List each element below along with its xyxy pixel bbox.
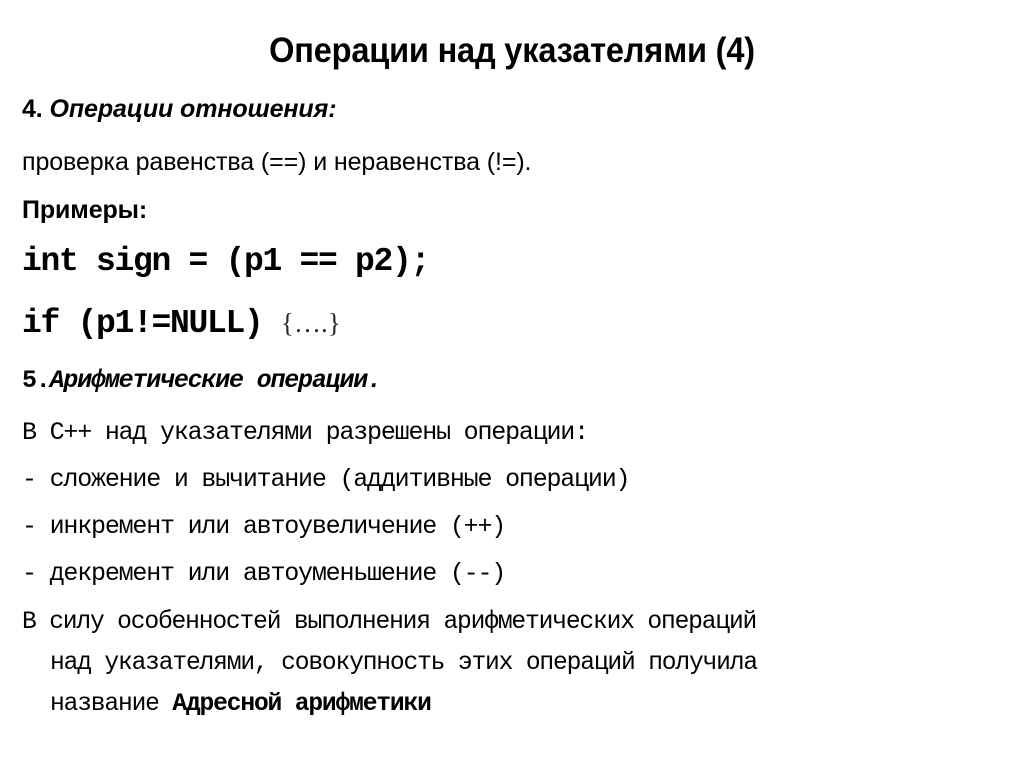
code-line-2-trailing: {….} [281, 308, 341, 338]
closing-paragraph-line-1: В силу особенностей выполнения арифметич… [22, 607, 757, 636]
section-5-heading-text: Арифметические операции. [49, 366, 382, 395]
section-5-heading: 5.Арифметические операции. [22, 366, 382, 395]
bullet-item-decrement: - декремент или автоуменьшение (--) [22, 559, 506, 588]
code-line-2-text: if (p1!=NULL) [22, 305, 282, 342]
closing-paragraph-line-3: название Адресной арифметики [50, 689, 432, 718]
bullet-item-increment: - инкремент или автоувеличение (++) [22, 512, 506, 541]
slide-body: 4. Операции отношения: проверка равенств… [0, 0, 1024, 767]
closing-paragraph-line-3-prefix: название [50, 689, 173, 718]
section-4-heading: 4. Операции отношения: [22, 95, 337, 123]
slide: Операции над указателями (4) 4. Операции… [0, 0, 1024, 767]
bullet-item-addition: - сложение и вычитание (аддитивные опера… [22, 465, 631, 494]
section-5-intro: В C++ над указателями разрешены операции… [22, 418, 589, 447]
section-5-number: 5. [22, 366, 51, 395]
examples-label: Примеры: [22, 196, 148, 224]
section-4-heading-text: Операции отношения: [49, 95, 337, 123]
closing-paragraph-line-2: над указателями, совокупность этих опера… [50, 648, 758, 677]
section-4-number: 4. [22, 95, 50, 123]
code-line-1-text: int sign = (p1 == p2); [22, 243, 430, 280]
code-line-1: int sign = (p1 == p2); [22, 243, 430, 280]
address-arithmetic-term: Адресной арифметики [172, 689, 431, 718]
code-line-2: if (p1!=NULL) {….} [22, 305, 341, 342]
section-4-description: проверка равенства (==) и неравенства (!… [22, 148, 532, 176]
